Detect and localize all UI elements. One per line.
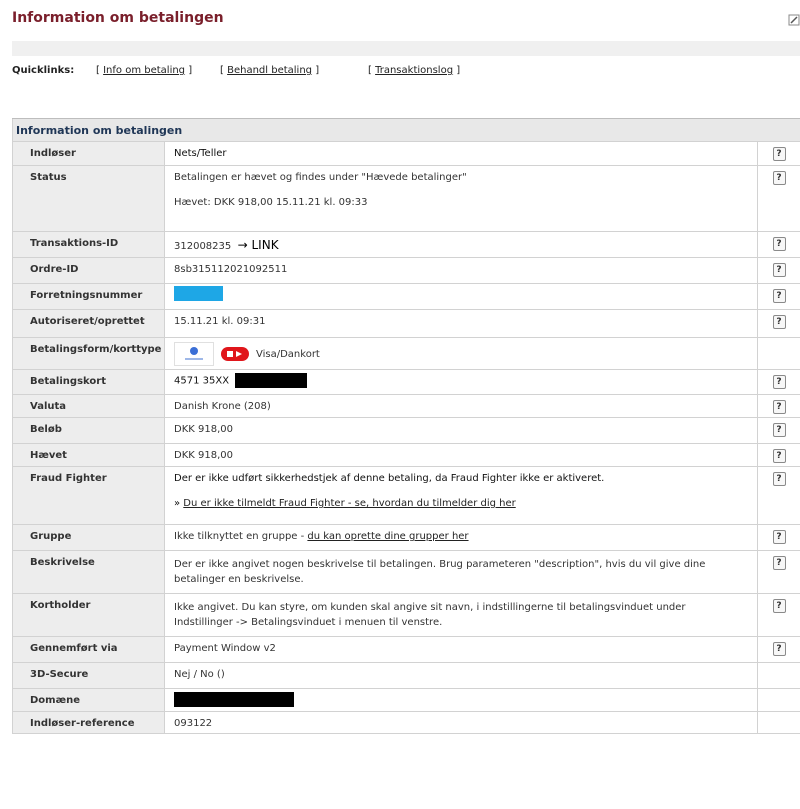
row-label: Indløser <box>12 141 165 166</box>
row-label: Forretningsnummer <box>12 283 165 310</box>
row-label: Indløser-reference <box>12 711 165 734</box>
row-label: Domæne <box>12 688 165 712</box>
title-divider-band <box>12 41 800 56</box>
row-label: Betalingskort <box>12 369 165 395</box>
table-row: Gruppe Ikke tilknyttet en gruppe - du ka… <box>12 524 800 551</box>
table-row: Transaktions-ID 312008235 → LINK ? <box>12 231 800 258</box>
table-row: Ordre-ID 8sb315112021092511 ? <box>12 257 800 284</box>
status-value: Betalingen er hævet og findes under "Hæv… <box>174 172 467 183</box>
table-row: Betalingskort 4571 35XX ? <box>12 369 800 395</box>
row-label: Betalingsform/korttype <box>12 337 165 370</box>
row-value: Ikke angivet. Du kan styre, om kunden sk… <box>164 593 758 637</box>
quicklinks-label: Quicklinks: <box>12 65 75 76</box>
row-value: Payment Window v2 <box>164 636 758 663</box>
dankort-logo-icon <box>220 343 250 365</box>
group-value: Ikke tilknyttet en gruppe - <box>174 531 308 542</box>
table-row: Betalingsform/korttype Visa/Dankort <box>12 337 800 370</box>
row-label: Beløb <box>12 417 165 444</box>
page-title: Information om betalingen <box>12 10 224 26</box>
row-value: 8sb315112021092511 <box>164 257 758 284</box>
row-label: Fraud Fighter <box>12 466 165 525</box>
row-value: Nej / No () <box>164 662 758 689</box>
mobilepay-logo-icon <box>174 342 214 366</box>
help-button[interactable]: ? <box>772 147 786 161</box>
row-value: Danish Krone (208) <box>164 394 758 418</box>
help-button[interactable]: ? <box>772 315 786 329</box>
card-number-value: 4571 35XX <box>174 375 230 387</box>
fraud-fighter-value: Der er ikke udført sikkerhedstjek af den… <box>174 473 605 484</box>
table-row: Beskrivelse Der er ikke angivet nogen be… <box>12 550 800 594</box>
quicklink-info-om-betaling[interactable]: [ Info om betaling ] <box>96 65 192 76</box>
row-label: Beskrivelse <box>12 550 165 594</box>
transaction-link[interactable]: → LINK <box>238 238 279 252</box>
status-captured-line: Hævet: DKK 918,00 15.11.21 kl. 09:33 <box>174 197 368 208</box>
quicklink-transaktionslog[interactable]: [ Transaktionslog ] <box>368 65 460 76</box>
create-groups-link[interactable]: du kan oprette dine grupper her <box>307 531 468 542</box>
help-button[interactable]: ? <box>772 472 786 486</box>
redacted-merchant-number <box>174 286 223 301</box>
row-label: Gennemført via <box>12 636 165 663</box>
fraud-fighter-signup-link[interactable]: Du er ikke tilmeldt Fraud Fighter - se, … <box>183 498 515 509</box>
redacted-domain <box>174 692 294 707</box>
row-label: Kortholder <box>12 593 165 637</box>
help-button[interactable]: ? <box>772 556 786 570</box>
row-value: Der er ikke angivet nogen beskrivelse ti… <box>164 550 758 594</box>
quicklink-behandl-betaling[interactable]: [ Behandl betaling ] <box>220 65 319 76</box>
help-button[interactable]: ? <box>772 599 786 613</box>
row-label: Valuta <box>12 394 165 418</box>
row-value: 15.11.21 kl. 09:31 <box>164 309 758 338</box>
edit-icon[interactable] <box>788 14 800 26</box>
transaction-id-value: 312008235 <box>174 241 232 252</box>
row-label: Transaktions-ID <box>12 231 165 258</box>
table-row: Autoriseret/oprettet 15.11.21 kl. 09:31 … <box>12 309 800 338</box>
row-label: Autoriseret/oprettet <box>12 309 165 338</box>
table-row: Kortholder Ikke angivet. Du kan styre, o… <box>12 593 800 637</box>
help-button[interactable]: ? <box>772 423 786 437</box>
help-button[interactable]: ? <box>772 237 786 251</box>
row-label: Status <box>12 165 165 232</box>
row-label: 3D-Secure <box>12 662 165 689</box>
help-button[interactable]: ? <box>772 171 786 185</box>
table-row: Domæne <box>12 688 800 712</box>
redacted-card-digits <box>235 373 308 388</box>
row-label: Ordre-ID <box>12 257 165 284</box>
table-row: Gennemført via Payment Window v2 ? <box>12 636 800 663</box>
table-row: Hævet DKK 918,00 ? <box>12 443 800 467</box>
row-value: 093122 <box>164 711 758 734</box>
help-button[interactable]: ? <box>772 375 786 389</box>
table-row: Status Betalingen er hævet og findes und… <box>12 165 800 232</box>
table-row: Fraud Fighter Der er ikke udført sikkerh… <box>12 466 800 525</box>
help-button[interactable]: ? <box>772 642 786 656</box>
help-button[interactable]: ? <box>772 400 786 414</box>
row-value: DKK 918,00 <box>164 417 758 444</box>
help-button[interactable]: ? <box>772 263 786 277</box>
table-row: Indløser Nets/Teller ? <box>12 141 800 166</box>
table-header: Information om betalingen <box>11 118 800 142</box>
help-button[interactable]: ? <box>772 530 786 544</box>
table-row: Indløser-reference 093122 <box>12 711 800 734</box>
row-value: DKK 918,00 <box>164 443 758 467</box>
card-type-value: Visa/Dankort <box>256 348 320 360</box>
table-row: Valuta Danish Krone (208) ? <box>12 394 800 418</box>
table-row: Forretningsnummer ? <box>12 283 800 310</box>
row-label: Hævet <box>12 443 165 467</box>
help-button[interactable]: ? <box>772 289 786 303</box>
table-row: Beløb DKK 918,00 ? <box>12 417 800 444</box>
table-row: 3D-Secure Nej / No () <box>12 662 800 689</box>
help-button[interactable]: ? <box>772 449 786 463</box>
payment-info-table: Information om betalingen Indløser Nets/… <box>11 118 800 734</box>
fraud-link-prefix: » <box>174 498 184 509</box>
row-value: Nets/Teller <box>164 141 758 166</box>
row-label: Gruppe <box>12 524 165 551</box>
